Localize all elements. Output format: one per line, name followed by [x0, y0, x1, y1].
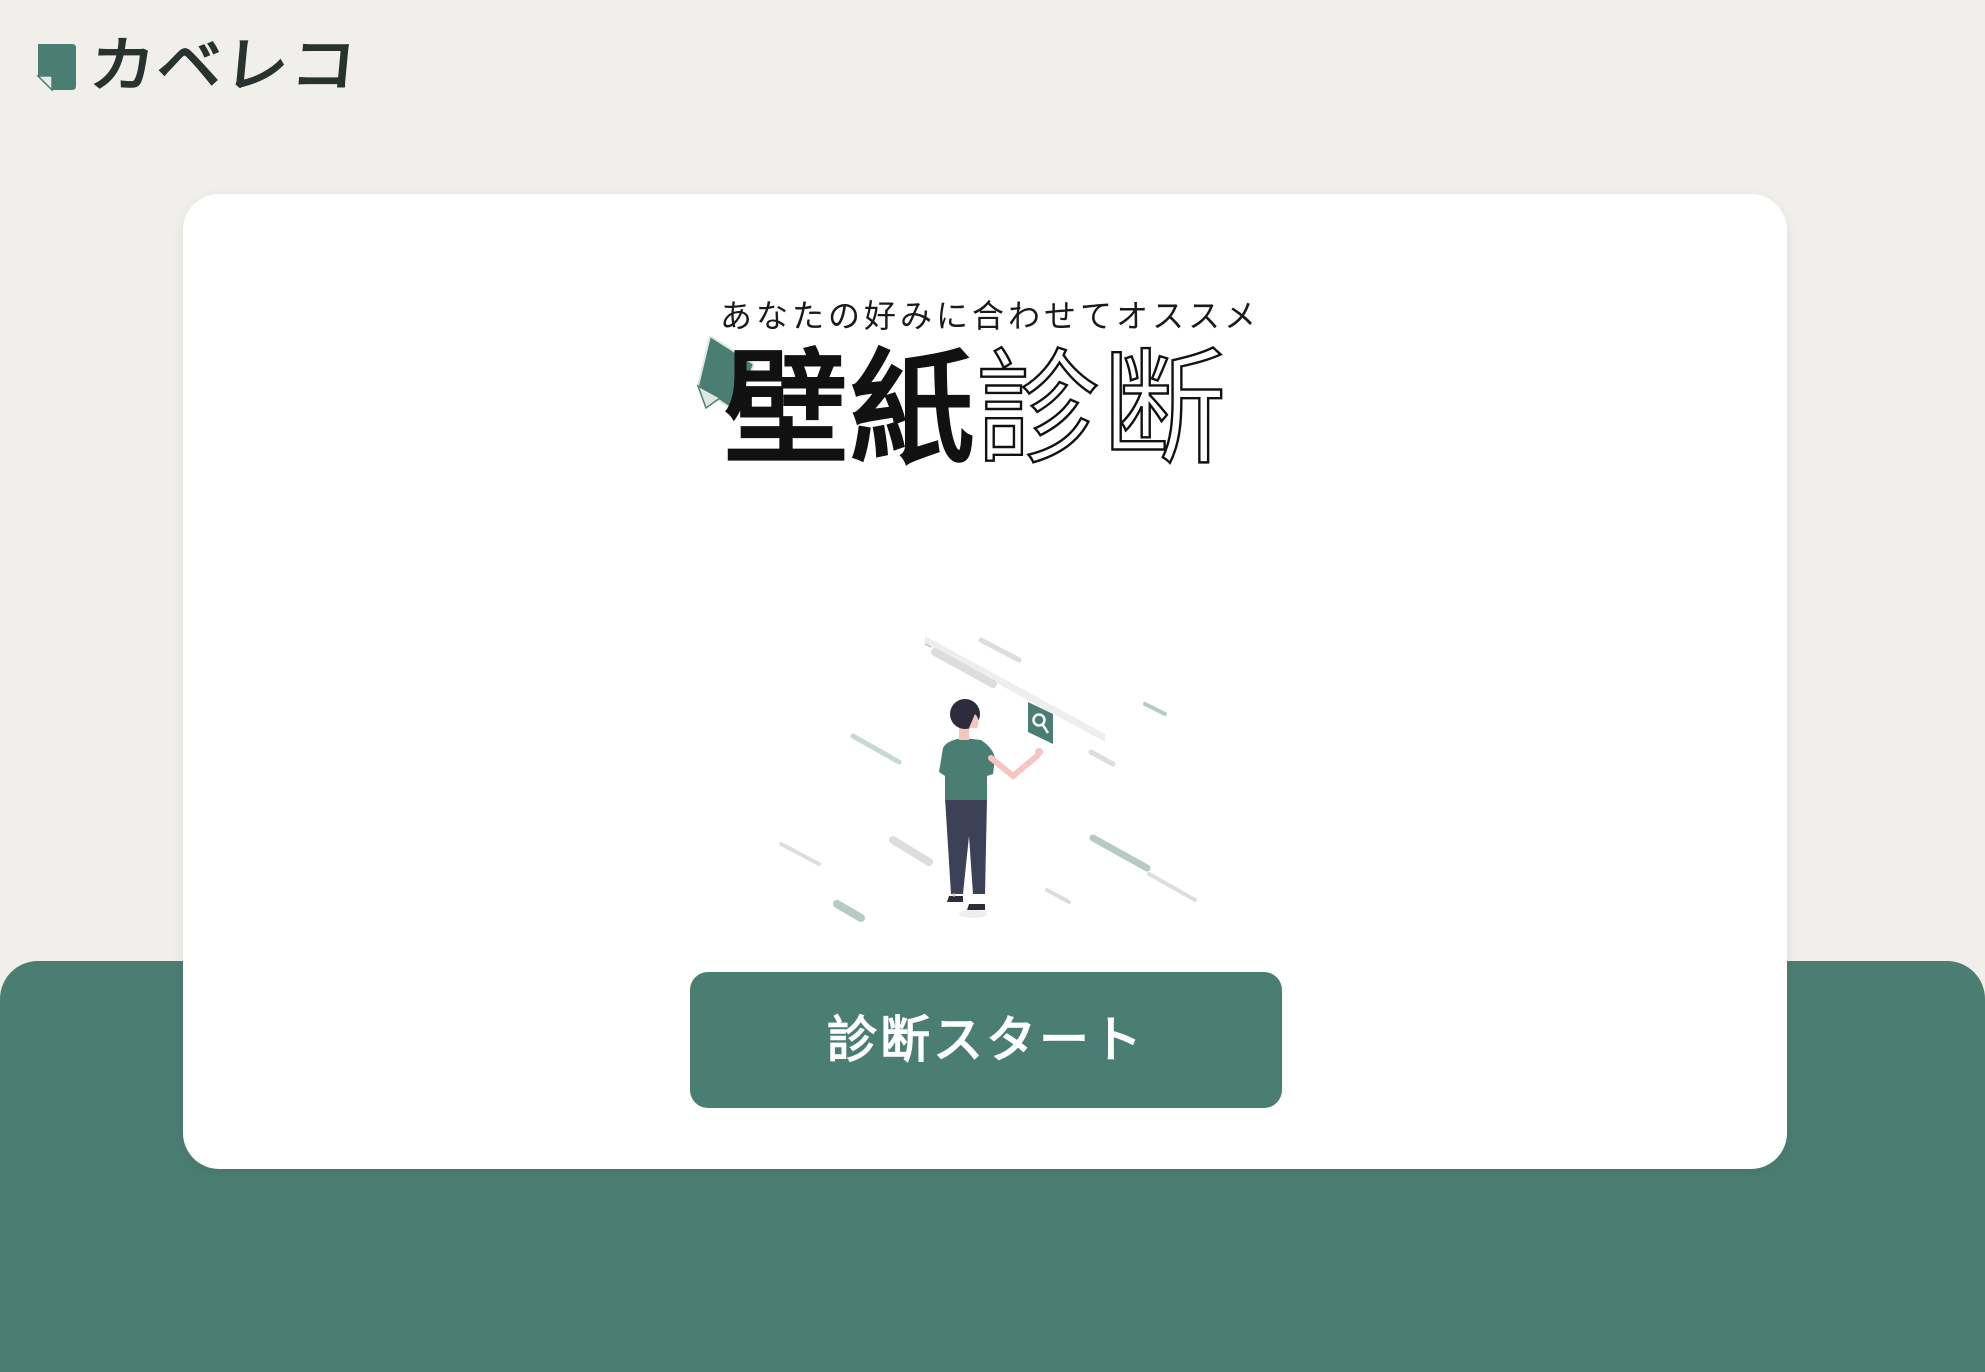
diagnosis-intro-card: あなたの好みに合わせてオススメ 壁紙 診断 診断スタート: [183, 194, 1787, 1169]
tagline: あなたの好みに合わせてオススメ: [719, 297, 1260, 335]
start-diagnosis-button[interactable]: 診断スタート: [690, 972, 1282, 1108]
wallpaper-roll-icon: [36, 44, 76, 92]
brand-name: カベレコ: [86, 31, 362, 101]
title-accent: 診断: [975, 338, 1229, 482]
site-logo[interactable]: カベレコ: [36, 31, 361, 101]
search-bar-graphic: [924, 636, 1105, 742]
page-title: 壁紙 診断: [696, 336, 1256, 482]
title-main: 壁紙: [724, 338, 977, 482]
woman-searching-wall-illustration: [779, 636, 1197, 922]
woman-figure: [939, 699, 1043, 918]
title-text: 壁紙 診断: [724, 338, 1229, 482]
